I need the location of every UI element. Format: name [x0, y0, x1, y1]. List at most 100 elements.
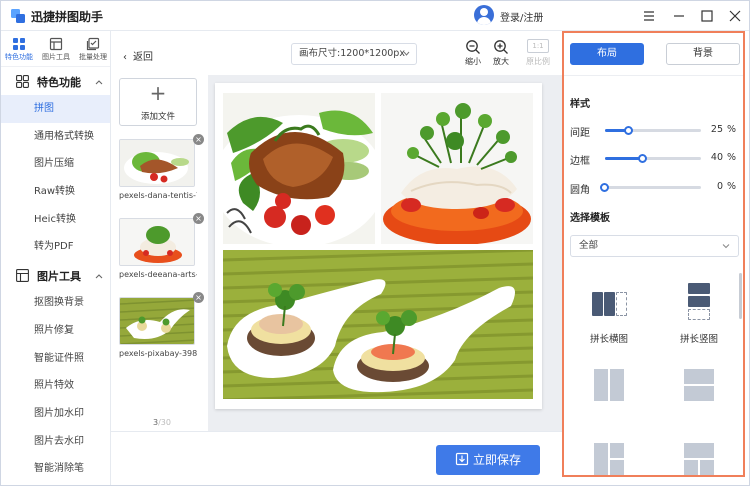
settings-panel: 布局 背景 样式 间距 25 % 边框 40 % 圆角 0 % 选择模板 全部 — [562, 31, 745, 477]
sidebar-item-remove-watermark[interactable]: 图片去水印 — [1, 428, 110, 456]
section-feature[interactable]: 特色功能 — [1, 67, 110, 95]
border-slider[interactable] — [605, 154, 701, 163]
collage-photo-salmon[interactable] — [223, 93, 375, 244]
top-tab-feature[interactable]: 特色功能 — [1, 37, 37, 62]
login-link[interactable]: 登录/注册 — [500, 9, 543, 24]
plus-icon: + — [149, 81, 167, 105]
avatar[interactable] — [474, 5, 494, 25]
fish-plate-image — [381, 93, 533, 244]
template-three-split[interactable] — [574, 441, 644, 483]
salmon-thumbnail-image — [120, 140, 194, 186]
template-two-row[interactable] — [664, 367, 734, 409]
save-icon — [455, 452, 469, 466]
zoom-out-icon — [466, 40, 480, 54]
save-button[interactable]: 立即保存 — [436, 445, 540, 475]
maximize-icon[interactable] — [697, 6, 717, 26]
template-two-column-icon — [590, 367, 628, 403]
spoons-thumbnail-image — [120, 298, 194, 344]
sidebar-item-raw[interactable]: Raw转换 — [1, 178, 110, 206]
sidebar: 特色功能 图片工具 批量处理 特色功能 拼图 通用格式转换 图片压缩 Raw转换… — [1, 31, 111, 485]
chevron-left-icon: ‹ — [123, 52, 127, 63]
sidebar-item-repair[interactable]: 照片修复 — [1, 317, 110, 345]
remove-file-icon[interactable]: × — [193, 134, 204, 145]
remove-file-icon[interactable]: × — [193, 292, 204, 303]
canvas-toolbar: ‹ 返回 画布尺寸:1200*1200px 缩小 放大 1:1 原比例 — [111, 31, 562, 75]
file-list: + 添加文件 × pexels-dana-tentis-72... — [111, 75, 208, 431]
collage-photo-fish[interactable] — [381, 93, 533, 244]
slider-label: 间距 — [570, 128, 590, 139]
add-file-button[interactable]: + 添加文件 — [119, 78, 197, 126]
batch-icon — [86, 37, 100, 51]
slider-value: 25 — [710, 124, 723, 135]
slider-handle[interactable] — [600, 183, 609, 192]
chevron-up-icon — [95, 274, 103, 279]
slider-handle[interactable] — [624, 126, 633, 135]
sidebar-item-format-convert[interactable]: 通用格式转换 — [1, 123, 110, 151]
template-scrollbar[interactable] — [739, 273, 742, 319]
slider-label: 边框 — [570, 156, 590, 167]
salmon-plate-image — [223, 93, 375, 244]
file-thumbnail[interactable]: × pexels-pixabay-39826... — [119, 292, 204, 358]
chevron-up-icon — [95, 80, 103, 85]
sidebar-top-icons: 特色功能 图片工具 批量处理 — [1, 31, 110, 67]
image-tool-icon — [16, 269, 29, 283]
template-three-split-icon — [590, 441, 628, 477]
template-horizontal-icon — [590, 289, 628, 325]
template-long-vertical[interactable]: 拼长竖图 — [664, 281, 734, 345]
menu-icon[interactable] — [639, 6, 659, 26]
sidebar-item-pdf[interactable]: 转为PDF — [1, 233, 110, 261]
slider-value: 0 — [716, 181, 723, 192]
template-three-top-icon — [680, 441, 718, 477]
file-thumbnail[interactable]: × pexels-deeana-arts-2... — [119, 213, 204, 279]
sidebar-item-id-photo[interactable]: 智能证件照 — [1, 345, 110, 373]
slider-value: 40 — [710, 152, 723, 163]
collage-board — [215, 83, 542, 409]
zoom-in-icon — [494, 40, 508, 54]
sidebar-item-compress[interactable]: 图片压缩 — [1, 150, 110, 178]
top-tab-image-tool[interactable]: 图片工具 — [38, 37, 74, 62]
feature-grid-icon — [13, 38, 25, 50]
sidebar-item-collage[interactable]: 拼图 — [1, 95, 110, 123]
file-thumbnail[interactable]: × pexels-dana-tentis-72... — [119, 134, 204, 200]
top-tab-batch[interactable]: 批量处理 — [75, 37, 111, 62]
template-three-top[interactable] — [664, 441, 734, 483]
sidebar-item-effects[interactable]: 照片特效 — [1, 372, 110, 400]
bottom-bar: 立即保存 — [111, 431, 562, 485]
sidebar-item-eraser[interactable]: 智能消除笔 — [1, 455, 110, 483]
canvas-size-select[interactable]: 画布尺寸:1200*1200px — [291, 43, 417, 65]
sidebar-item-heic[interactable]: Heic转换 — [1, 206, 110, 234]
grid-icon — [16, 75, 29, 88]
close-icon[interactable] — [725, 6, 745, 26]
canvas-area — [208, 75, 562, 431]
slider-handle[interactable] — [638, 154, 648, 163]
app-title: 迅捷拼图助手 — [31, 10, 104, 24]
style-heading: 样式 — [570, 99, 590, 110]
section-image-tools[interactable]: 图片工具 — [1, 261, 110, 289]
fish-thumbnail-image — [120, 219, 194, 265]
sidebar-item-cutout[interactable]: 抠图换背景 — [1, 289, 110, 317]
zoom-in-button[interactable]: 放大 — [489, 39, 513, 67]
collage-photo-spoons[interactable] — [223, 250, 533, 399]
spacing-slider[interactable] — [605, 126, 701, 135]
template-two-column[interactable] — [574, 367, 644, 409]
remove-file-icon[interactable]: × — [193, 213, 204, 224]
spoon-appetizers-image — [223, 250, 533, 399]
back-button[interactable]: ‹ 返回 — [123, 48, 153, 63]
original-ratio-button[interactable]: 1:1 原比例 — [525, 39, 551, 67]
template-two-row-icon — [680, 367, 718, 403]
file-pager: 3/30 — [153, 418, 171, 427]
template-filter-select[interactable]: 全部 — [570, 235, 739, 257]
minimize-icon[interactable] — [669, 6, 689, 26]
template-heading: 选择模板 — [570, 213, 610, 224]
template-long-horizontal[interactable]: 拼长横图 — [574, 289, 644, 345]
chevron-down-icon — [403, 51, 410, 56]
corner-radius-slider[interactable] — [600, 183, 701, 192]
tab-layout[interactable]: 布局 — [570, 43, 644, 65]
zoom-out-button[interactable]: 缩小 — [461, 39, 485, 67]
title-bar: 迅捷拼图助手 登录/注册 — [1, 1, 749, 31]
app-logo-icon — [11, 9, 25, 23]
tab-background[interactable]: 背景 — [666, 43, 740, 65]
sidebar-item-add-watermark[interactable]: 图片加水印 — [1, 400, 110, 428]
slider-label: 圆角 — [570, 185, 590, 196]
chevron-down-icon — [722, 244, 730, 249]
